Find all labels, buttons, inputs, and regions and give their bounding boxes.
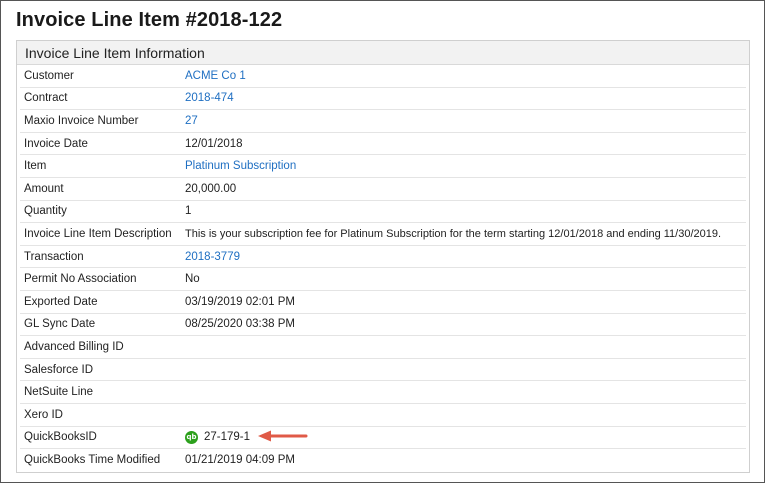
field-row-customer: Customer ACME Co 1 bbox=[20, 65, 746, 88]
invoice-line-item-panel: Invoice Line Item Information Customer A… bbox=[16, 40, 750, 473]
field-label: Transaction bbox=[24, 250, 84, 263]
window-frame: Invoice Line Item #2018-122 Invoice Line… bbox=[0, 0, 765, 483]
field-label: QuickBooks Time Modified bbox=[24, 454, 161, 467]
panel-header: Invoice Line Item Information bbox=[17, 41, 749, 65]
permit-no-association-value: No bbox=[185, 273, 200, 286]
field-label: Invoice Line Item Description bbox=[24, 227, 172, 240]
field-row-advanced-billing-id: Advanced Billing ID bbox=[20, 336, 746, 359]
field-row-gl-sync-date: GL Sync Date 08/25/2020 03:38 PM bbox=[20, 314, 746, 337]
field-label: Contract bbox=[24, 92, 68, 105]
field-label: Amount bbox=[24, 182, 64, 195]
field-label: NetSuite Line bbox=[24, 386, 94, 399]
field-row-xero-id: Xero ID bbox=[20, 404, 746, 427]
field-row-amount: Amount 20,000.00 bbox=[20, 178, 746, 201]
item-link[interactable]: Platinum Subscription bbox=[185, 160, 296, 172]
field-row-netsuite-line: NetSuite Line bbox=[20, 381, 746, 404]
field-label: Customer bbox=[24, 69, 74, 82]
field-label: Xero ID bbox=[24, 408, 63, 421]
field-row-salesforce-id: Salesforce ID bbox=[20, 359, 746, 382]
invoice-date-value: 12/01/2018 bbox=[185, 137, 243, 150]
field-label: GL Sync Date bbox=[24, 318, 96, 331]
quickbooks-id-value: 27-179-1 bbox=[204, 431, 251, 444]
customer-link[interactable]: ACME Co 1 bbox=[185, 70, 246, 82]
description-value: This is your subscription fee for Platin… bbox=[185, 227, 722, 240]
maxio-invoice-number-link[interactable]: 27 bbox=[185, 115, 198, 127]
page-title: Invoice Line Item #2018-122 bbox=[16, 9, 283, 31]
field-row-item: Item Platinum Subscription bbox=[20, 155, 746, 178]
field-label: Salesforce ID bbox=[24, 363, 94, 376]
field-label: Invoice Date bbox=[24, 137, 88, 150]
exported-date-value: 03/19/2019 02:01 PM bbox=[185, 295, 295, 308]
field-list: Customer ACME Co 1 Contract 2018-474 Max… bbox=[17, 65, 749, 472]
field-row-permit-no-association: Permit No Association No bbox=[20, 268, 746, 291]
gl-sync-date-value: 08/25/2020 03:38 PM bbox=[185, 318, 295, 331]
field-label: Maxio Invoice Number bbox=[24, 114, 139, 127]
field-row-exported-date: Exported Date 03/19/2019 02:01 PM bbox=[20, 291, 746, 314]
field-label: Item bbox=[24, 160, 47, 173]
field-row-maxio-invoice-number: Maxio Invoice Number 27 bbox=[20, 110, 746, 133]
quickbooks-icon: qb bbox=[185, 430, 198, 444]
field-label: Permit No Association bbox=[24, 273, 137, 286]
field-label: Exported Date bbox=[24, 295, 98, 308]
field-label: QuickBooksID bbox=[24, 431, 97, 444]
red-arrow-icon bbox=[258, 430, 308, 445]
field-label: Advanced Billing ID bbox=[24, 340, 124, 353]
quantity-value: 1 bbox=[185, 205, 192, 218]
contract-link[interactable]: 2018-474 bbox=[185, 92, 234, 104]
field-row-transaction: Transaction 2018-3779 bbox=[20, 246, 746, 269]
amount-value: 20,000.00 bbox=[185, 182, 237, 195]
quickbooks-id-container: qb 27-179-1 bbox=[185, 430, 308, 445]
field-row-contract: Contract 2018-474 bbox=[20, 88, 746, 111]
field-label: Quantity bbox=[24, 205, 67, 218]
quickbooks-time-modified-value: 01/21/2019 04:09 PM bbox=[185, 454, 295, 467]
field-row-invoice-date: Invoice Date 12/01/2018 bbox=[20, 133, 746, 156]
field-row-quantity: Quantity 1 bbox=[20, 201, 746, 224]
field-row-description: Invoice Line Item Description This is yo… bbox=[20, 223, 746, 246]
transaction-link[interactable]: 2018-3779 bbox=[185, 251, 240, 263]
field-row-quickbooks-id: QuickBooksID qb 27-179-1 bbox=[20, 427, 746, 450]
field-row-quickbooks-time-modified: QuickBooks Time Modified 01/21/2019 04:0… bbox=[20, 449, 746, 472]
